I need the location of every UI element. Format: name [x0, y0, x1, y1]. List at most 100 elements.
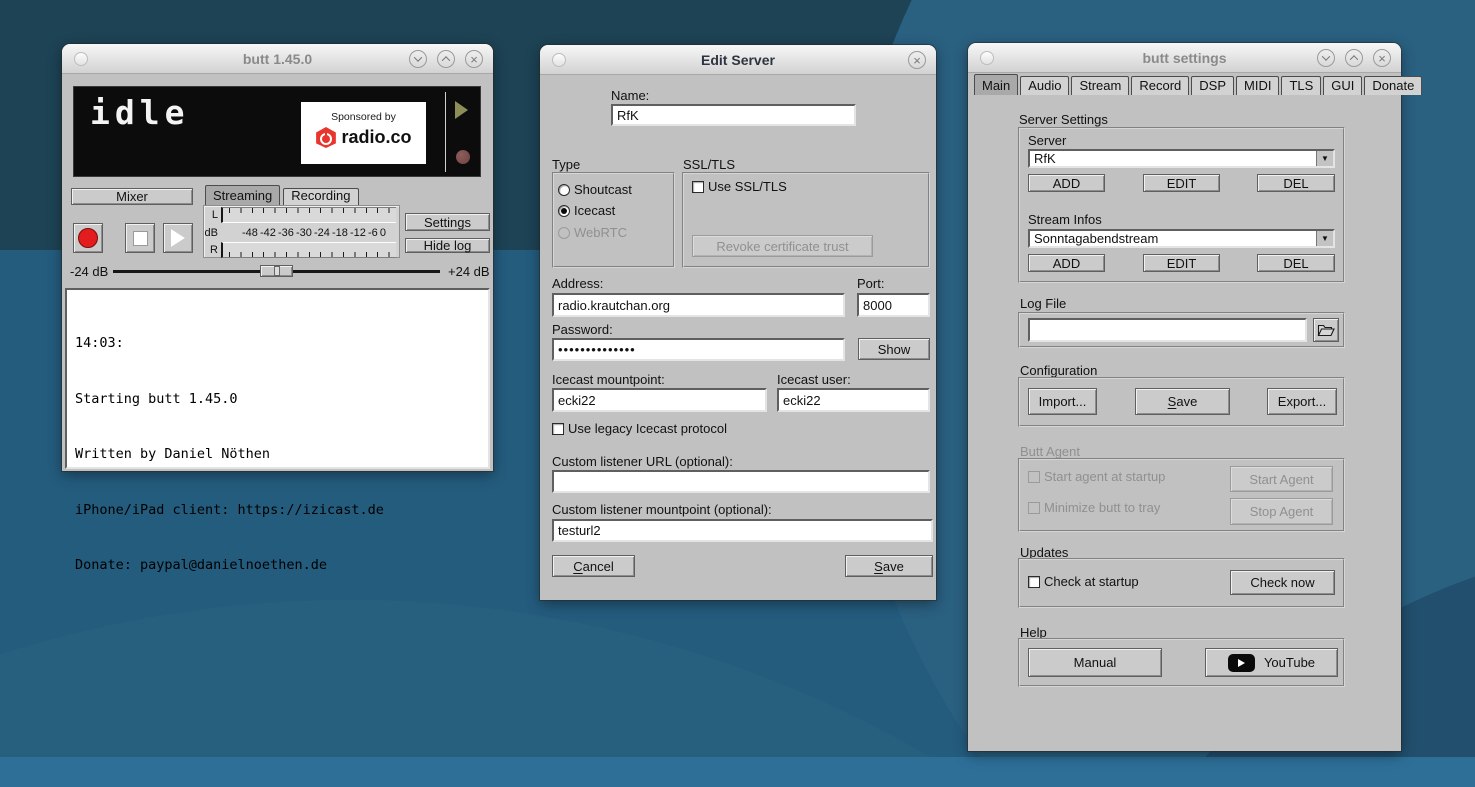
radio-icon	[558, 184, 570, 196]
sponsored-by-label: Sponsored by	[301, 111, 426, 123]
log-line: iPhone/iPad client: https://izicast.de	[75, 501, 480, 520]
tab-gui[interactable]: GUI	[1323, 76, 1362, 95]
hide-log-button[interactable]: Hide log	[405, 238, 490, 253]
manual-button[interactable]: Manual	[1028, 648, 1162, 677]
maximize-button[interactable]	[437, 50, 455, 68]
titlebar[interactable]: Edit Server ×	[540, 45, 936, 75]
log-line: 14:03:	[75, 334, 480, 353]
name-field[interactable]	[611, 104, 856, 126]
checkbox-icon	[1028, 471, 1040, 483]
stop-button[interactable]	[125, 223, 155, 253]
tab-recording[interactable]: Recording	[283, 188, 358, 205]
radio-disabled-icon	[558, 227, 570, 239]
tab-audio[interactable]: Audio	[1020, 76, 1069, 95]
titlebar[interactable]: butt 1.45.0 ×	[62, 44, 493, 74]
save-button[interactable]: Save	[845, 555, 933, 577]
stream-del-button[interactable]: DEL	[1257, 254, 1335, 272]
port-field[interactable]	[857, 293, 930, 317]
checkbox-icon	[552, 423, 564, 435]
tab-record[interactable]: Record	[1131, 76, 1189, 95]
tab-dsp[interactable]: DSP	[1191, 76, 1234, 95]
butt-settings-window: butt settings × Main Audio Stream Record…	[968, 43, 1401, 751]
vu-right-label: R	[204, 242, 221, 258]
radio-icecast[interactable]: Icecast	[558, 203, 615, 218]
ssl-group-label: SSL/TLS	[683, 157, 735, 172]
listener-mountpoint-field[interactable]	[552, 519, 933, 542]
vu-db-label: dB	[204, 223, 221, 242]
port-label: Port:	[857, 276, 884, 291]
tab-streaming[interactable]: Streaming	[205, 185, 280, 205]
check-now-button[interactable]: Check now	[1230, 570, 1335, 595]
tab-midi[interactable]: MIDI	[1236, 76, 1279, 95]
server-edit-button[interactable]: EDIT	[1143, 174, 1220, 192]
vu-right-bar	[221, 242, 396, 258]
tab-main[interactable]: Main	[974, 74, 1018, 95]
log-file-label: Log File	[1020, 296, 1066, 311]
check-at-startup-checkbox[interactable]: Check at startup	[1028, 574, 1139, 589]
address-field[interactable]	[552, 293, 845, 317]
record-button[interactable]	[73, 223, 103, 253]
close-button[interactable]: ×	[908, 51, 926, 69]
stop-agent-button: Stop Agent	[1230, 498, 1333, 525]
config-save-button[interactable]: Save	[1135, 388, 1230, 415]
settings-button[interactable]: Settings	[405, 213, 490, 231]
server-dropdown[interactable]: RfK ▼	[1028, 149, 1335, 168]
revoke-certificate-button: Revoke certificate trust	[692, 235, 873, 257]
log-line: Starting butt 1.45.0	[75, 390, 480, 409]
stream-edit-button[interactable]: EDIT	[1143, 254, 1220, 272]
close-button[interactable]: ×	[465, 50, 483, 68]
minimize-tray-checkbox: Minimize butt to tray	[1028, 500, 1160, 515]
tab-tls[interactable]: TLS	[1281, 76, 1321, 95]
log-line: Written by Daniel Nöthen	[75, 445, 480, 464]
display-divider	[445, 92, 446, 172]
play-button[interactable]	[163, 223, 193, 253]
log-line: Donate: paypal@danielnoethen.de	[75, 556, 480, 575]
stream-infos-dropdown[interactable]: Sonntagabendstream ▼	[1028, 229, 1335, 248]
close-button[interactable]: ×	[1373, 49, 1391, 67]
gain-slider-thumb[interactable]	[260, 265, 293, 277]
password-label: Password:	[552, 322, 613, 337]
record-icon	[78, 228, 98, 248]
desktop-bottom-strip	[0, 757, 1475, 787]
name-label: Name:	[611, 88, 649, 103]
checkbox-icon	[1028, 502, 1040, 514]
vu-left-label: L	[204, 207, 221, 223]
start-agent-button: Start Agent	[1230, 466, 1333, 492]
mixer-button[interactable]: Mixer	[71, 188, 193, 205]
export-button[interactable]: Export...	[1267, 388, 1337, 415]
browse-log-file-button[interactable]	[1313, 318, 1339, 342]
radio-shoutcast[interactable]: Shoutcast	[558, 182, 632, 197]
mountpoint-label: Icecast mountpoint:	[552, 372, 665, 387]
tab-donate[interactable]: Donate	[1364, 76, 1422, 95]
log-output: 14:03: Starting butt 1.45.0 Written by D…	[65, 288, 490, 469]
vu-scale: -48-42-36-30-24-18-12-60	[221, 223, 396, 242]
server-add-button[interactable]: ADD	[1028, 174, 1105, 192]
maximize-button[interactable]	[1345, 49, 1363, 67]
sponsor-name: radio.co	[341, 127, 411, 148]
tab-stream[interactable]: Stream	[1071, 76, 1129, 95]
dropdown-arrow-icon: ▼	[1316, 151, 1333, 166]
minimize-button[interactable]	[409, 50, 427, 68]
use-ssl-checkbox[interactable]: Use SSL/TLS	[692, 179, 787, 194]
youtube-button[interactable]: YouTube	[1205, 648, 1338, 677]
import-button[interactable]: Import...	[1028, 388, 1097, 415]
password-field[interactable]	[552, 338, 845, 361]
sponsor-banner[interactable]: Sponsored by radio.co	[301, 102, 426, 164]
mountpoint-field[interactable]	[552, 388, 767, 412]
show-password-button[interactable]: Show	[858, 338, 930, 360]
log-file-field[interactable]	[1028, 318, 1307, 342]
chevron-down-icon	[1322, 52, 1330, 60]
chevron-up-icon	[1350, 55, 1358, 63]
titlebar[interactable]: butt settings ×	[968, 43, 1401, 73]
cancel-button[interactable]: Cancel	[552, 555, 635, 577]
youtube-icon	[1228, 654, 1255, 672]
listener-url-field[interactable]	[552, 470, 930, 493]
server-del-button[interactable]: DEL	[1257, 174, 1335, 192]
minimize-button[interactable]	[1317, 49, 1335, 67]
legacy-protocol-checkbox[interactable]: Use legacy Icecast protocol	[552, 421, 727, 436]
display-status-led	[456, 150, 470, 164]
icecast-user-field[interactable]	[777, 388, 930, 412]
stream-add-button[interactable]: ADD	[1028, 254, 1105, 272]
chevron-down-icon	[414, 53, 422, 61]
close-icon: ×	[1378, 52, 1386, 65]
